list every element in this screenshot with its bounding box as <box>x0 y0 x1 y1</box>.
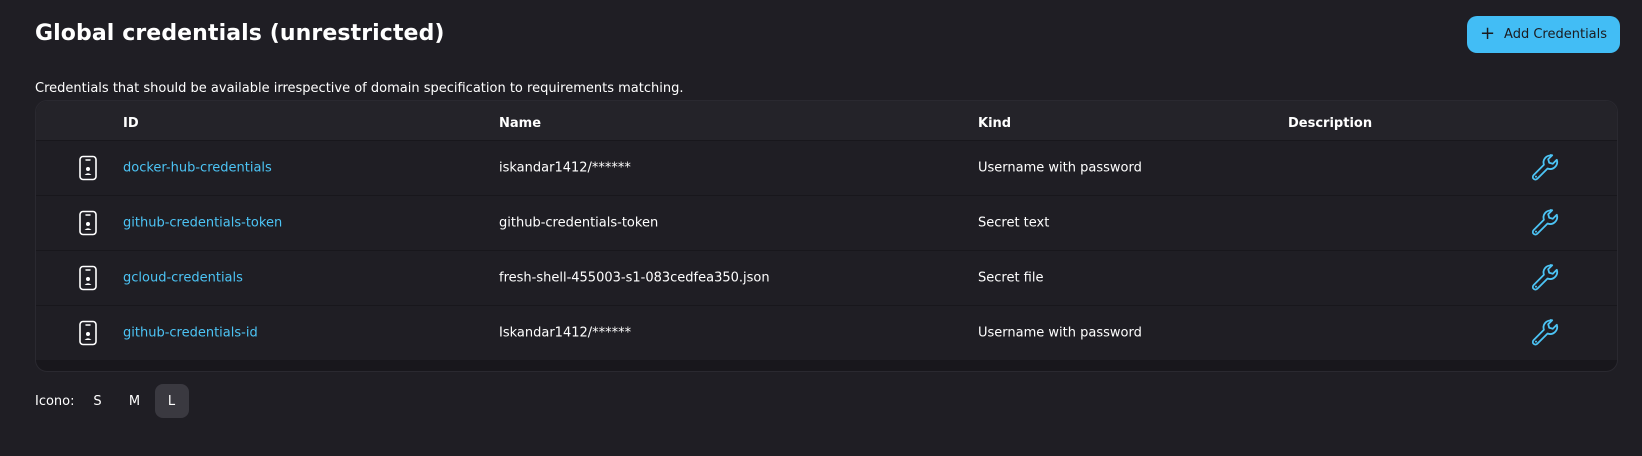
credential-name: Iskandar1412/****** <box>499 325 632 341</box>
page-title: Global credentials (unrestricted) <box>35 21 445 46</box>
credential-card-icon <box>79 155 97 181</box>
column-header-kind: Kind <box>978 116 1012 131</box>
add-credentials-label: Add Credentials <box>1504 27 1608 42</box>
credential-kind: Secret file <box>978 270 1044 286</box>
credential-name: iskandar1412/****** <box>499 160 631 176</box>
credential-card-icon <box>79 265 97 291</box>
credential-id-link[interactable]: github-credentials-id <box>123 326 258 341</box>
credential-id-link[interactable]: github-credentials-token <box>123 216 282 231</box>
icon-size-label: Icono: <box>35 393 75 409</box>
credential-kind: Secret text <box>978 215 1050 231</box>
wrench-icon[interactable] <box>1529 317 1561 349</box>
table-row: docker-hub-credentials iskandar1412/****… <box>36 140 1617 195</box>
credentials-table: ID Name Kind Description docker-hub-cred… <box>35 100 1618 372</box>
credential-name: github-credentials-token <box>499 215 659 231</box>
credentials-page: Global credentials (unrestricted) + Add … <box>0 0 1642 456</box>
wrench-icon[interactable] <box>1529 262 1561 294</box>
credential-kind: Username with password <box>978 160 1142 176</box>
table-row: gcloud-credentials fresh-shell-455003-s1… <box>36 250 1617 305</box>
credential-name: fresh-shell-455003-s1-083cedfea350.json <box>499 270 770 286</box>
add-credentials-button[interactable]: + Add Credentials <box>1467 16 1620 53</box>
column-header-name: Name <box>499 116 542 131</box>
plus-icon: + <box>1479 22 1496 44</box>
credential-id-link[interactable]: docker-hub-credentials <box>123 161 272 176</box>
table-row: github-credentials-token github-credenti… <box>36 195 1617 250</box>
credential-kind: Username with password <box>978 325 1142 341</box>
icon-size-medium-button[interactable]: M <box>118 384 152 418</box>
wrench-icon[interactable] <box>1529 207 1561 239</box>
credential-id-link[interactable]: gcloud-credentials <box>123 271 243 286</box>
credential-card-icon <box>79 320 97 346</box>
page-description: Credentials that should be available irr… <box>35 81 684 96</box>
credential-card-icon <box>79 210 97 236</box>
table-row: github-credentials-id Iskandar1412/*****… <box>36 305 1617 360</box>
wrench-icon[interactable] <box>1529 152 1561 184</box>
icon-size-selector: Icono: S M L <box>35 384 192 418</box>
column-header-description: Description <box>1288 116 1373 131</box>
column-header-id: ID <box>123 116 139 131</box>
icon-size-large-button[interactable]: L <box>154 384 189 418</box>
icon-size-small-button[interactable]: S <box>81 384 115 418</box>
